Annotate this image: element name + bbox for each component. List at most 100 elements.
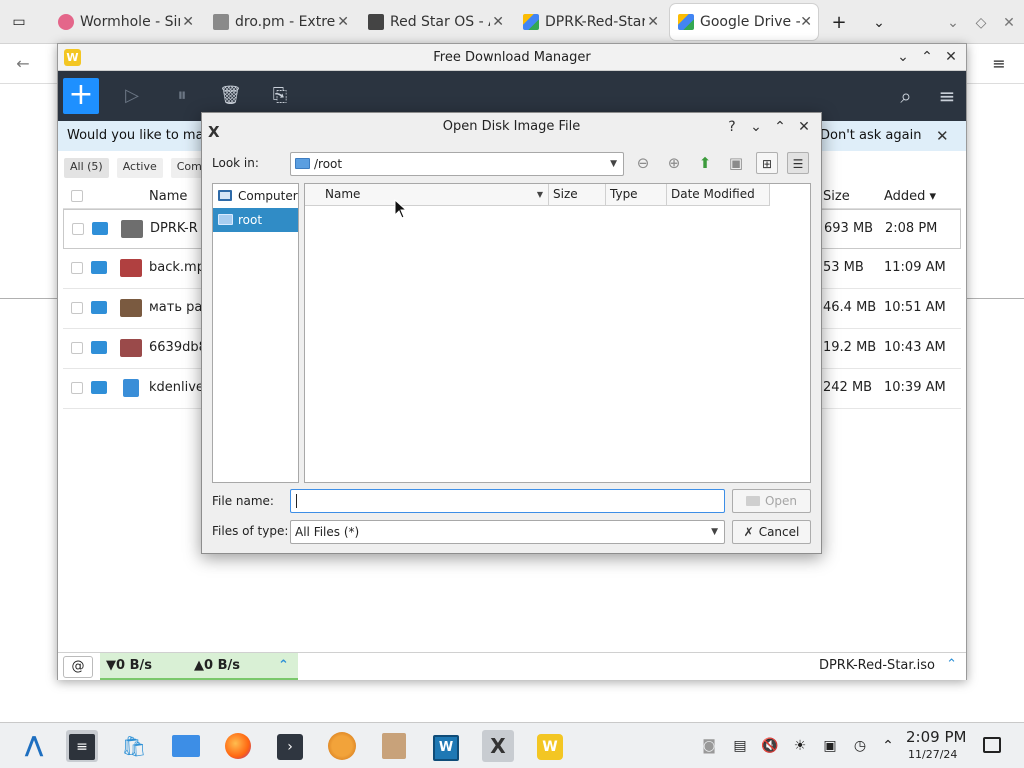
column-header-size[interactable]: Size bbox=[549, 184, 606, 206]
fdm-taskbar-icon[interactable]: W bbox=[534, 730, 566, 762]
tray-ghost-icon[interactable]: ◙ bbox=[700, 736, 718, 756]
browser-tab-3[interactable]: Red Star OS - A ✕ bbox=[360, 4, 510, 40]
cancel-button[interactable]: ✗ Cancel bbox=[732, 520, 811, 544]
download-added: 2:08 PM bbox=[885, 221, 938, 236]
filter-active[interactable]: Active bbox=[116, 158, 163, 178]
tab-close-icon[interactable]: ✕ bbox=[647, 14, 659, 30]
start-menu-icon[interactable]: ⋀ bbox=[18, 730, 50, 762]
new-folder-icon[interactable]: ▣ bbox=[725, 152, 747, 174]
forward-icon[interactable]: ⊕ bbox=[663, 152, 685, 174]
filter-all[interactable]: All (5) bbox=[64, 158, 109, 178]
browser-menu-icon[interactable]: ≡ bbox=[990, 54, 1008, 74]
help-icon[interactable]: ? bbox=[723, 113, 741, 141]
column-size[interactable]: Size bbox=[823, 189, 850, 204]
speedometer-icon[interactable]: ◷ bbox=[851, 736, 869, 756]
banner-close-icon[interactable]: ✕ bbox=[936, 121, 949, 151]
clock-time[interactable]: 2:09 PM bbox=[906, 728, 966, 746]
download-size: 53 MB bbox=[823, 260, 864, 275]
tab-close-icon[interactable]: ✕ bbox=[182, 14, 194, 30]
brightness-icon[interactable]: ☀ bbox=[791, 736, 809, 756]
files-of-type-combo[interactable]: All Files (*) ▼ bbox=[290, 520, 725, 544]
parent-folder-icon[interactable]: ⬆ bbox=[694, 152, 716, 174]
row-checkbox[interactable] bbox=[71, 342, 83, 354]
dialog-close-icon[interactable]: ✕ bbox=[795, 113, 813, 141]
row-checkbox[interactable] bbox=[71, 382, 83, 394]
files-of-type-value: All Files (*) bbox=[295, 525, 360, 539]
tab-close-icon[interactable]: ✕ bbox=[492, 14, 504, 30]
minimize-icon[interactable]: ⌄ bbox=[944, 13, 962, 33]
folder-icon[interactable] bbox=[91, 381, 107, 394]
fdm-close-icon[interactable]: ✕ bbox=[942, 44, 960, 71]
browser-tab-4[interactable]: DPRK-Red-Star ✕ bbox=[515, 4, 665, 40]
folder-icon[interactable] bbox=[92, 222, 108, 235]
terminal-icon[interactable]: › bbox=[274, 730, 306, 762]
column-name[interactable]: Name bbox=[149, 189, 187, 204]
look-in-combo[interactable]: /root ▼ bbox=[290, 152, 624, 176]
detail-view-icon[interactable]: ☰ bbox=[787, 152, 809, 174]
archive-manager-icon[interactable] bbox=[378, 730, 410, 762]
file-name-input[interactable] bbox=[290, 489, 725, 513]
dialog-minimize-icon[interactable]: ⌄ bbox=[747, 113, 765, 141]
tab-list-icon[interactable]: ▭ bbox=[10, 12, 28, 32]
volume-muted-icon[interactable]: 🔇 bbox=[761, 736, 779, 756]
add-download-button[interactable]: + bbox=[63, 78, 99, 114]
tab-close-icon[interactable]: ✕ bbox=[800, 14, 812, 30]
menu-icon[interactable]: ≡ bbox=[936, 85, 958, 107]
snail-mode-icon[interactable]: @ bbox=[63, 656, 93, 678]
delete-icon[interactable]: 🗑 bbox=[219, 85, 242, 107]
column-header-name[interactable]: Name ▼ bbox=[305, 184, 549, 206]
firefox-icon[interactable] bbox=[222, 730, 254, 762]
file-manager-icon[interactable] bbox=[170, 730, 202, 762]
folder-icon[interactable] bbox=[91, 261, 107, 274]
sidebar-item-computer[interactable]: Computer bbox=[213, 184, 298, 208]
resume-icon[interactable]: ▷ bbox=[121, 85, 143, 107]
virtualbox-icon[interactable]: W bbox=[430, 730, 462, 762]
folder-icon bbox=[218, 214, 233, 225]
fdm-minimize-icon[interactable]: ⌄ bbox=[894, 44, 912, 71]
browser-tab-1[interactable]: Wormhole - Sim ✕ bbox=[50, 4, 200, 40]
tab-favicon-icon bbox=[368, 14, 384, 30]
fdm-maximize-icon[interactable]: ⌃ bbox=[918, 44, 936, 71]
tray-expand-chevron-icon[interactable]: ⌃ bbox=[879, 736, 897, 756]
column-header-date-modified[interactable]: Date Modified bbox=[667, 184, 770, 206]
browser-tab-2[interactable]: dro.pm - Extrem ✕ bbox=[205, 4, 355, 40]
save-icon[interactable]: ▣ bbox=[821, 736, 839, 756]
back-arrow-icon[interactable]: ← bbox=[14, 54, 32, 74]
pause-icon[interactable]: ⏸ bbox=[171, 85, 193, 107]
restore-icon[interactable]: ◇ bbox=[972, 13, 990, 33]
select-all-checkbox[interactable] bbox=[71, 190, 83, 202]
show-desktop-icon[interactable] bbox=[983, 737, 1001, 753]
dialog-title-bar: X Open Disk Image File ? ⌄ ⌃ ✕ bbox=[202, 113, 821, 141]
folder-icon[interactable] bbox=[91, 301, 107, 314]
media-app-icon[interactable] bbox=[326, 730, 358, 762]
chevron-up-icon[interactable]: ⌃ bbox=[946, 657, 957, 672]
speed-indicator[interactable]: ▼0 B/s ▲0 B/s ⌃ bbox=[100, 653, 298, 680]
row-checkbox[interactable] bbox=[72, 223, 84, 235]
folder-icon[interactable] bbox=[91, 341, 107, 354]
dont-ask-again-link[interactable]: Don't ask again bbox=[820, 121, 921, 151]
dialog-maximize-icon[interactable]: ⌃ bbox=[771, 113, 789, 141]
tab-overflow-chevron-icon[interactable]: ⌄ bbox=[870, 13, 888, 33]
clipboard-icon[interactable]: ▤ bbox=[731, 736, 749, 756]
file-list[interactable]: Name ▼ Size Type Date Modified bbox=[304, 183, 811, 483]
sidebar-item-root[interactable]: root bbox=[213, 208, 298, 232]
new-tab-icon[interactable]: + bbox=[830, 13, 848, 33]
download-added: 10:51 AM bbox=[884, 300, 946, 315]
column-header-type[interactable]: Type bbox=[606, 184, 667, 206]
x-window-icon[interactable]: X bbox=[482, 730, 514, 762]
move-folder-icon[interactable]: ⎘ bbox=[269, 85, 291, 107]
list-view-icon[interactable]: ⊞ bbox=[756, 152, 778, 174]
fdm-title-text: Free Download Manager bbox=[433, 50, 591, 65]
open-button[interactable]: Open bbox=[732, 489, 811, 513]
taskbar-settings-app[interactable]: ≡ bbox=[66, 730, 98, 762]
column-added[interactable]: Added ▾ bbox=[884, 189, 936, 204]
row-checkbox[interactable] bbox=[71, 302, 83, 314]
store-bag-icon[interactable]: 🛍 bbox=[118, 730, 150, 762]
clock-date[interactable]: 11/27/24 bbox=[908, 748, 957, 761]
tab-close-icon[interactable]: ✕ bbox=[337, 14, 349, 30]
search-icon[interactable]: ⌕ bbox=[895, 85, 917, 107]
back-icon[interactable]: ⊖ bbox=[632, 152, 654, 174]
browser-tab-5[interactable]: Google Drive - ✕ bbox=[670, 4, 818, 40]
row-checkbox[interactable] bbox=[71, 262, 83, 274]
close-icon[interactable]: ✕ bbox=[1000, 13, 1018, 33]
